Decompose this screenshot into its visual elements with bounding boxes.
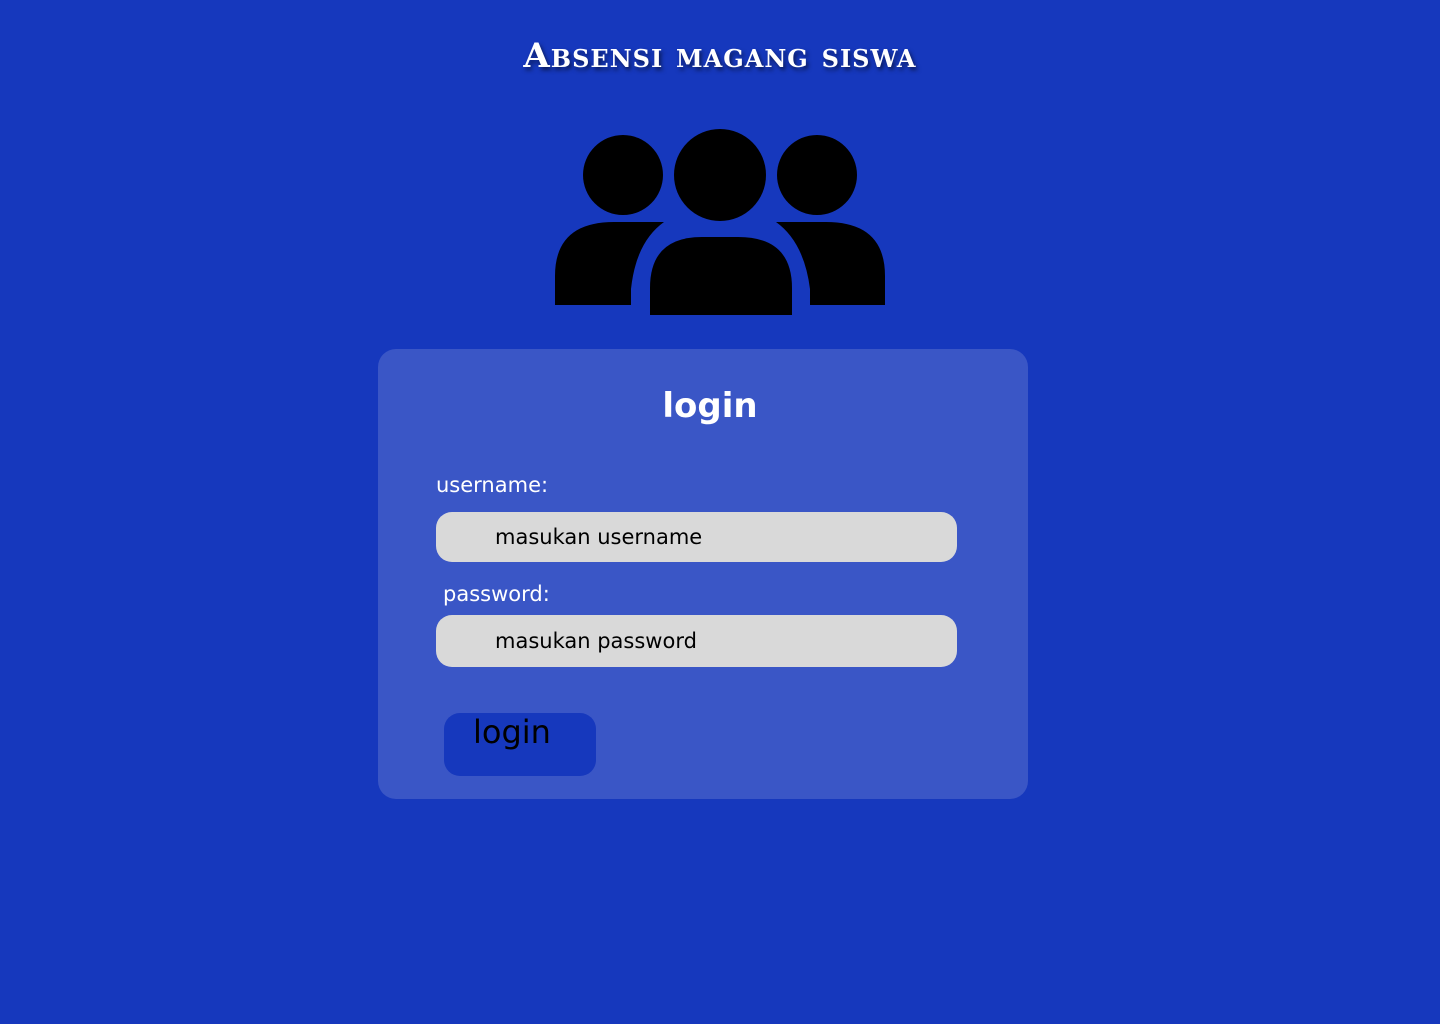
- right-person-body: [776, 222, 885, 305]
- password-input[interactable]: [436, 615, 957, 667]
- left-person-body: [555, 222, 664, 305]
- username-input[interactable]: [436, 512, 957, 562]
- username-label: username:: [436, 473, 549, 497]
- users-group-icon: [555, 129, 885, 315]
- login-button[interactable]: login: [444, 713, 596, 776]
- password-label: password:: [443, 582, 550, 606]
- right-person-head: [777, 135, 857, 215]
- login-button-label: login: [473, 713, 551, 751]
- login-title: login: [662, 386, 758, 426]
- center-person-body: [650, 237, 792, 315]
- center-person-head: [674, 129, 766, 221]
- left-person-head: [583, 135, 663, 215]
- app-title: Absensi magang siswa: [523, 36, 917, 76]
